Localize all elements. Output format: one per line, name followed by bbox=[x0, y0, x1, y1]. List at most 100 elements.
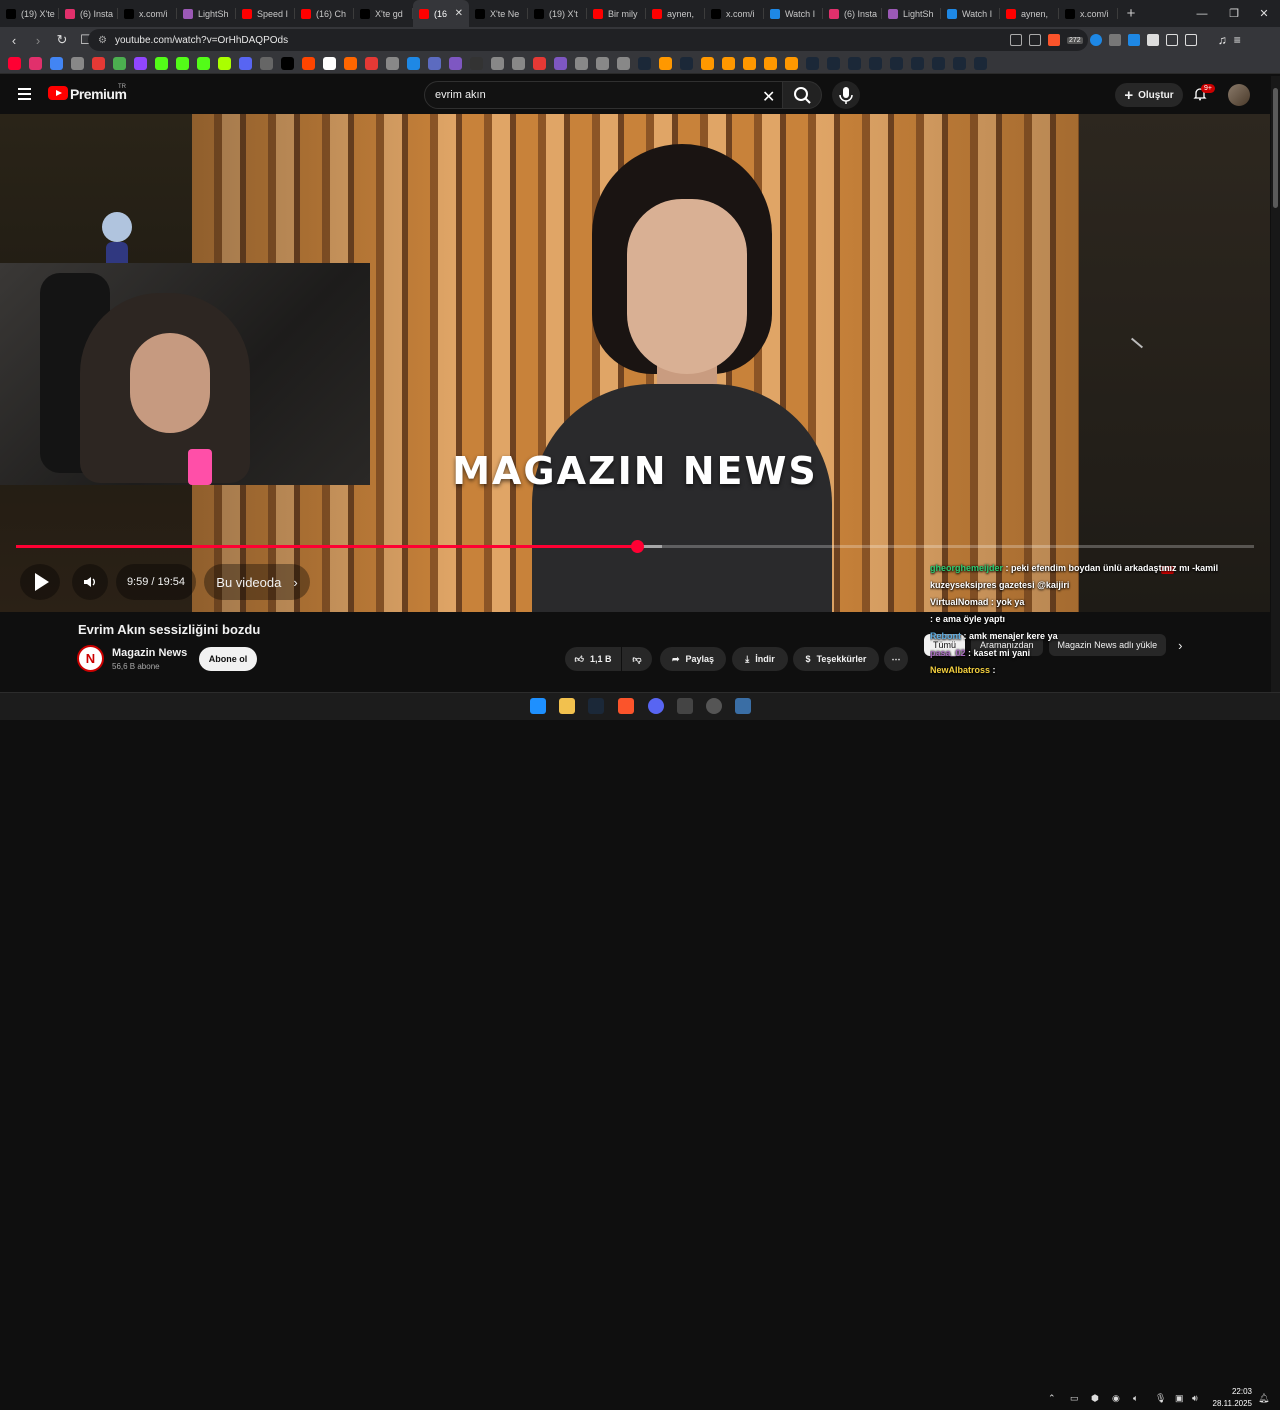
browser-tab[interactable]: (6) Insta bbox=[59, 0, 118, 27]
minimize-icon[interactable]: — bbox=[1186, 0, 1218, 27]
bookmark-favicon-icon[interactable] bbox=[533, 56, 546, 70]
bookmark-favicon-icon[interactable] bbox=[764, 56, 777, 70]
bookmark-favicon-icon[interactable] bbox=[323, 56, 336, 70]
bookmark-favicon-icon[interactable] bbox=[638, 56, 651, 70]
bookmark-favicon-icon[interactable] bbox=[953, 56, 966, 70]
bookmark-favicon-icon[interactable] bbox=[827, 56, 840, 70]
bookmark-favicon-icon[interactable] bbox=[512, 56, 525, 70]
search-input[interactable]: evrim akın bbox=[424, 81, 786, 109]
bookmark-favicon-icon[interactable] bbox=[386, 56, 399, 70]
tray-speaker-icon[interactable]: 🔈︎ bbox=[1133, 1393, 1138, 1404]
tray-app-icon[interactable]: ⬢ bbox=[1091, 1393, 1099, 1404]
progress-bar[interactable] bbox=[16, 540, 1254, 553]
bookmark-favicon-icon[interactable] bbox=[890, 56, 903, 70]
tray-chevron-icon[interactable]: ⌃ bbox=[1048, 1393, 1056, 1404]
bookmark-favicon-icon[interactable] bbox=[470, 56, 483, 70]
brave-browser-icon[interactable] bbox=[618, 698, 634, 714]
clear-search-icon[interactable]: ✕ bbox=[762, 87, 775, 107]
tray-network-icon[interactable]: ▣ bbox=[1175, 1393, 1184, 1404]
bookmark-favicon-icon[interactable] bbox=[134, 56, 147, 70]
account-avatar[interactable] bbox=[1228, 84, 1250, 106]
bookmark-favicon-icon[interactable] bbox=[806, 56, 819, 70]
maximize-icon[interactable]: ❐ bbox=[1218, 0, 1250, 27]
channel-name[interactable]: Magazin News bbox=[112, 647, 187, 659]
bookmark-favicon-icon[interactable] bbox=[92, 56, 105, 70]
bookmark-favicon-icon[interactable] bbox=[197, 56, 210, 70]
bookmark-favicon-icon[interactable] bbox=[155, 56, 168, 70]
browser-tab[interactable]: Bir mily bbox=[587, 0, 646, 27]
volume-button[interactable] bbox=[72, 564, 108, 600]
extension-icon[interactable] bbox=[1108, 34, 1121, 46]
bookmark-favicon-icon[interactable] bbox=[29, 56, 42, 70]
browser-tab[interactable]: x.com/i bbox=[705, 0, 764, 27]
reload-icon[interactable]: ↻ bbox=[52, 32, 72, 48]
tray-app-icon[interactable]: ▭ bbox=[1070, 1393, 1079, 1404]
bookmark-favicon-icon[interactable] bbox=[71, 56, 84, 70]
bookmark-favicon-icon[interactable] bbox=[785, 56, 798, 70]
close-tab-icon[interactable]: ✕ bbox=[455, 8, 463, 19]
extension-icon[interactable] bbox=[1089, 34, 1102, 46]
bookmark-favicon-icon[interactable] bbox=[365, 56, 378, 70]
browser-tab[interactable]: aynen, bbox=[1000, 0, 1059, 27]
browser-tab[interactable]: Watch I bbox=[941, 0, 1000, 27]
site-settings-icon[interactable]: ⚙ bbox=[98, 35, 107, 46]
new-tab-button[interactable]: + bbox=[1118, 5, 1144, 22]
discord-icon[interactable] bbox=[648, 698, 664, 714]
extension-icon[interactable] bbox=[1127, 34, 1140, 46]
bookmark-favicon-icon[interactable] bbox=[8, 56, 21, 70]
sidebar-icon[interactable] bbox=[1165, 34, 1178, 46]
bookmark-favicon-icon[interactable] bbox=[911, 56, 924, 70]
bookmark-favicon-icon[interactable] bbox=[407, 56, 420, 70]
close-window-icon[interactable]: ✕ bbox=[1248, 0, 1280, 27]
back-icon[interactable]: ‹ bbox=[4, 33, 24, 48]
tray-mic-icon[interactable]: 🎙︎ bbox=[1155, 1393, 1166, 1404]
browser-tab[interactable]: aynen, bbox=[646, 0, 705, 27]
bookmark-favicon-icon[interactable] bbox=[281, 56, 294, 70]
voice-search-button[interactable] bbox=[832, 81, 860, 109]
menu-icon[interactable]: ≡ bbox=[1234, 33, 1241, 47]
more-actions-button[interactable]: ⋯ bbox=[884, 647, 908, 671]
play-button[interactable] bbox=[20, 564, 60, 600]
app-icon[interactable] bbox=[677, 698, 693, 714]
bookmark-favicon-icon[interactable] bbox=[260, 56, 273, 70]
notification-center-icon[interactable]: 🔔︎ bbox=[1258, 1393, 1269, 1404]
bookmark-favicon-icon[interactable] bbox=[113, 56, 126, 70]
bookmark-favicon-icon[interactable] bbox=[848, 56, 861, 70]
steam-icon[interactable] bbox=[588, 698, 604, 714]
bookmark-favicon-icon[interactable] bbox=[869, 56, 882, 70]
search-button[interactable] bbox=[782, 81, 822, 109]
bookmark-favicon-icon[interactable] bbox=[428, 56, 441, 70]
media-icon[interactable]: ♫ bbox=[1218, 33, 1227, 47]
bookmark-favicon-icon[interactable] bbox=[176, 56, 189, 70]
page-scrollbar[interactable] bbox=[1271, 76, 1280, 692]
wallet-icon[interactable] bbox=[1184, 34, 1197, 46]
bookmark-favicon-icon[interactable] bbox=[554, 56, 567, 70]
taskbar-clock[interactable]: 22:03 28.11.2025 bbox=[1212, 1386, 1252, 1410]
video-player[interactable]: MAGAZIN NEWS 9:59 / 19:54 Bu videoda › HD bbox=[0, 114, 1270, 612]
bookmark-favicon-icon[interactable] bbox=[932, 56, 945, 70]
channel-avatar[interactable]: N bbox=[77, 645, 104, 672]
browser-tab[interactable]: (6) Insta bbox=[823, 0, 882, 27]
url-field[interactable]: ⚙ youtube.com/watch?v=OrHhDAQPOds bbox=[88, 29, 1088, 51]
guide-menu-icon[interactable] bbox=[18, 88, 31, 100]
bookmark-favicon-icon[interactable] bbox=[449, 56, 462, 70]
download-button[interactable]: ⤓ İndir bbox=[732, 647, 788, 671]
browser-tab[interactable]: LightSh bbox=[882, 0, 941, 27]
tray-volume-icon[interactable]: 🔊︎ bbox=[1192, 1393, 1198, 1404]
tray-steam-icon[interactable]: ◉ bbox=[1112, 1393, 1120, 1404]
bookmark-favicon-icon[interactable] bbox=[743, 56, 756, 70]
browser-tab[interactable]: (19) X'te bbox=[0, 0, 59, 27]
browser-tab[interactable]: Watch I bbox=[764, 0, 823, 27]
bookmark-favicon-icon[interactable] bbox=[974, 56, 987, 70]
browser-tab[interactable]: Speed I bbox=[236, 0, 295, 27]
bookmark-favicon-icon[interactable] bbox=[491, 56, 504, 70]
bookmark-favicon-icon[interactable] bbox=[722, 56, 735, 70]
extensions-puzzle-icon[interactable] bbox=[1146, 34, 1159, 46]
bookmark-favicon-icon[interactable] bbox=[596, 56, 609, 70]
start-icon[interactable] bbox=[530, 698, 546, 714]
app-icon[interactable] bbox=[735, 698, 751, 714]
forward-icon[interactable]: › bbox=[28, 33, 48, 48]
bookmark-favicon-icon[interactable] bbox=[680, 56, 693, 70]
create-button[interactable]: + Oluştur bbox=[1115, 83, 1183, 107]
obs-icon[interactable] bbox=[706, 698, 722, 714]
